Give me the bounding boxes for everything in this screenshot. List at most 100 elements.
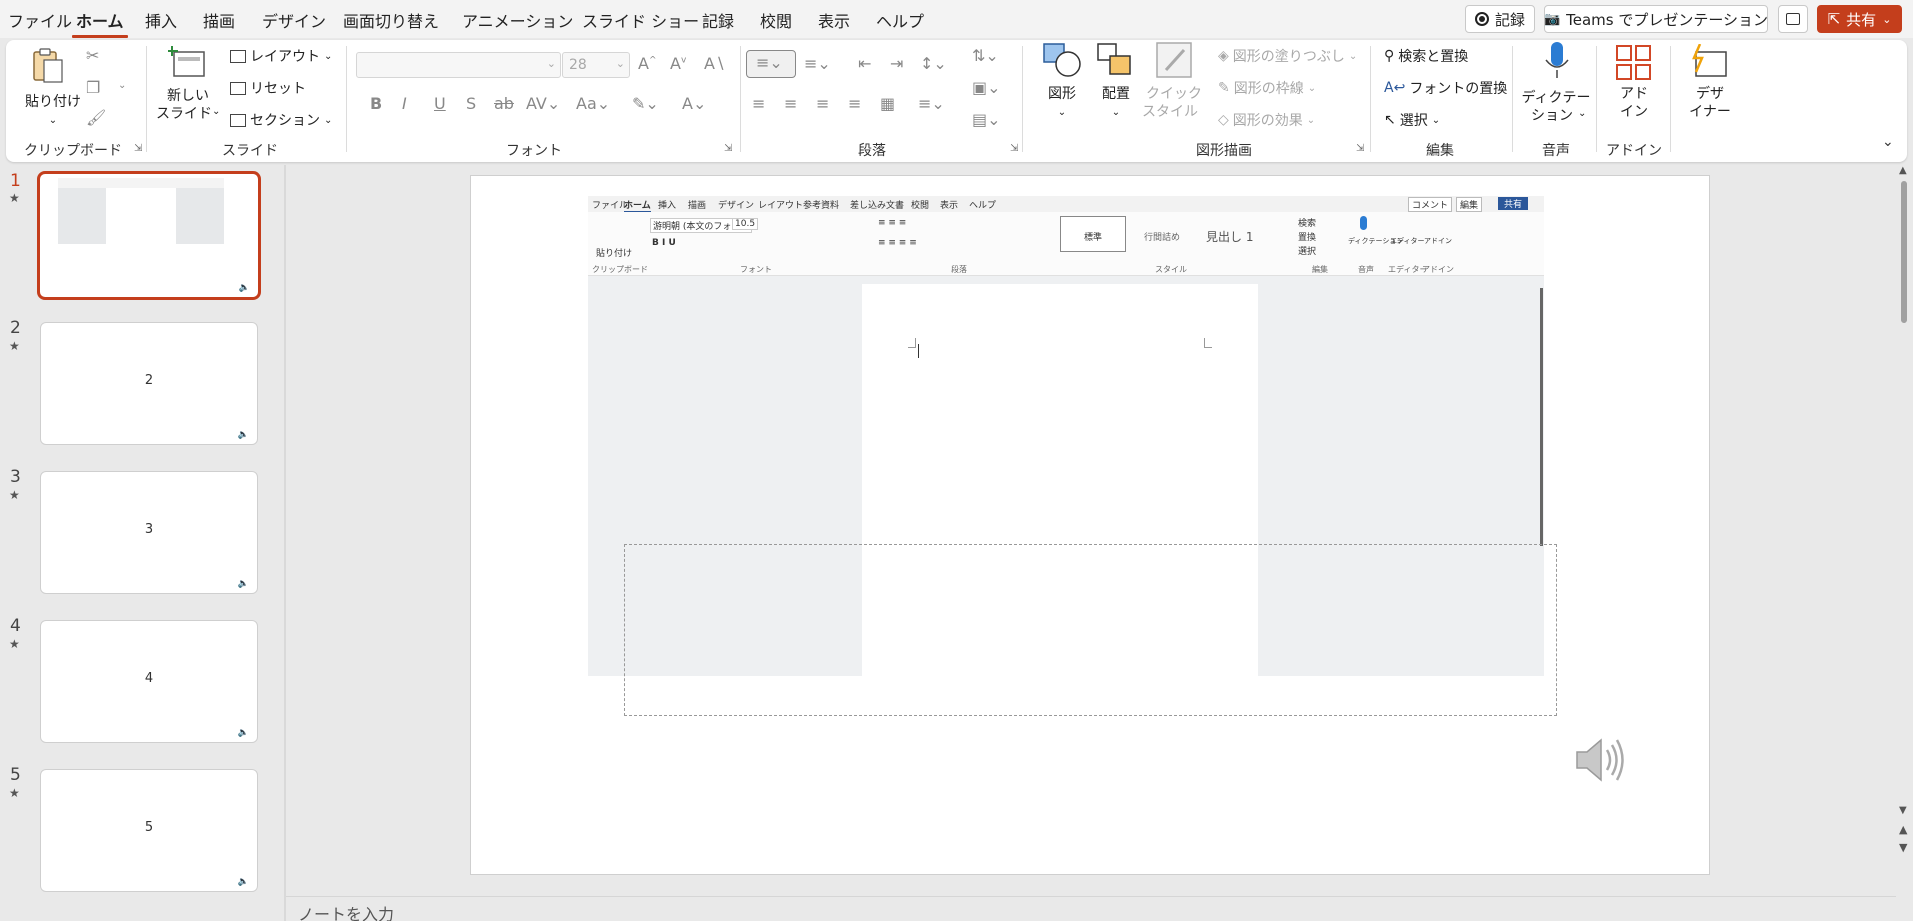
chevron-down-icon[interactable]: ⌄ xyxy=(118,80,126,91)
underline-icon[interactable]: U xyxy=(434,94,446,113)
layout-button[interactable]: レイアウト ⌄ xyxy=(230,46,332,66)
columns-icon[interactable]: ▦ xyxy=(880,94,895,113)
tab-insert[interactable]: 挿入 xyxy=(145,8,177,32)
decrease-indent-icon[interactable]: ⇤ xyxy=(858,54,871,73)
paste-label: 貼り付け xyxy=(25,94,81,110)
inner-page-corner-mark xyxy=(908,338,916,348)
record-button[interactable]: 記録 xyxy=(1465,5,1535,33)
font-replace-icon: A↩ xyxy=(1384,80,1406,96)
paragraph-launcher-icon[interactable]: ⇲ xyxy=(1010,143,1018,154)
italic-icon[interactable]: I xyxy=(402,94,407,113)
tab-review[interactable]: 校閲 xyxy=(760,8,792,32)
slide-thumbnail-1[interactable]: 🔈 xyxy=(37,171,261,300)
next-slide-icon[interactable]: ▼ xyxy=(1899,841,1907,854)
slide-thumbnail-3[interactable]: 3 🔈 xyxy=(40,471,258,594)
reset-button[interactable]: リセット xyxy=(230,78,306,98)
tab-transitions[interactable]: 画面切り替え xyxy=(343,8,439,32)
collapse-ribbon-icon[interactable]: ⌄ xyxy=(1882,134,1894,150)
new-slide-label-2: スライド xyxy=(156,106,212,122)
animation-star-icon: ★ xyxy=(9,637,20,651)
tab-record[interactable]: 記録 xyxy=(702,8,734,32)
change-case-icon[interactable]: Aa⌄ xyxy=(576,94,610,113)
cut-icon[interactable]: ✂ xyxy=(86,46,99,65)
select-button[interactable]: ↖ 選択 ⌄ xyxy=(1384,110,1440,130)
clear-formatting-icon[interactable]: A∖ xyxy=(704,54,725,73)
arrange-icon xyxy=(1097,43,1131,75)
tab-animations[interactable]: アニメーション xyxy=(462,8,573,32)
slide-thumbnail-2[interactable]: 2 🔈 xyxy=(40,322,258,445)
slide-number: 1 xyxy=(10,171,21,191)
scroll-up-icon[interactable]: ▲ xyxy=(1899,165,1907,176)
decrease-font-icon[interactable]: Av xyxy=(670,54,686,73)
align-text-icon[interactable]: ▣⌄ xyxy=(972,78,1001,97)
share-button[interactable]: ⇱ 共有 ⌄ xyxy=(1817,5,1902,33)
arrange-button[interactable]: 配置 ⌄ xyxy=(1090,40,1142,130)
pane-divider[interactable] xyxy=(284,165,286,921)
paint-bucket-icon: ◈ xyxy=(1218,48,1229,64)
strikethrough-icon[interactable]: ab xyxy=(494,94,514,113)
new-slide-button[interactable]: 新しい スライド ⌄ xyxy=(156,46,220,132)
inner-tab-mailings: 差し込み文書 xyxy=(850,201,905,211)
previous-slide-icon[interactable]: ▲ xyxy=(1899,823,1907,836)
dictate-button[interactable]: ディクテー ション ⌄ xyxy=(1518,40,1594,130)
align-center-icon[interactable]: ≡ xyxy=(784,94,797,113)
text-placeholder[interactable] xyxy=(624,544,1557,716)
chevron-down-icon: ⌄ xyxy=(1057,107,1067,118)
font-replace-button[interactable]: A↩ フォントの置換 xyxy=(1384,78,1507,98)
tab-home[interactable]: ホーム xyxy=(72,8,128,38)
justify-icon[interactable]: ≡ xyxy=(848,94,861,113)
text-direction-icon[interactable]: ⇅⌄ xyxy=(972,46,999,65)
increase-font-icon[interactable]: A^ xyxy=(638,54,657,73)
inner-edit-button: 編集 xyxy=(1456,197,1483,212)
vertical-scrollbar[interactable]: ▲ ▼ ▲ ▼ xyxy=(1896,165,1913,860)
slide-thumbnail-4[interactable]: 4 🔈 xyxy=(40,620,258,743)
drawing-launcher-icon[interactable]: ⇲ xyxy=(1356,143,1364,154)
tab-slideshow[interactable]: スライド ショー xyxy=(582,8,699,32)
cursor-icon: ↖ xyxy=(1384,112,1396,128)
smartart-icon[interactable]: ▤⌄ xyxy=(972,110,1001,129)
designer-button[interactable]: デザ イナー xyxy=(1676,40,1744,130)
shapes-button[interactable]: 図形 ⌄ xyxy=(1036,40,1088,130)
numbering-icon[interactable]: ≡⌄ xyxy=(804,54,831,73)
character-spacing-icon[interactable]: AV⌄ xyxy=(526,94,560,113)
section-button[interactable]: セクション ⌄ xyxy=(230,110,332,130)
tab-help[interactable]: ヘルプ xyxy=(876,8,924,32)
line-spacing-icon[interactable]: ↕⌄ xyxy=(920,54,947,73)
copy-icon[interactable]: ❐ xyxy=(86,78,100,97)
addins-label-2: イン xyxy=(1620,104,1648,120)
shadow-icon[interactable]: S xyxy=(466,94,476,113)
align-left-icon[interactable]: ≡ xyxy=(752,94,765,113)
tab-file[interactable]: ファイル xyxy=(8,8,72,32)
find-replace-button[interactable]: ⚲ 検索と置換 xyxy=(1384,46,1468,66)
font-size-combo[interactable]: 28 ⌄ xyxy=(562,52,630,78)
paste-button[interactable]: 貼り付け ⌄ xyxy=(18,46,81,126)
font-name-combo[interactable]: ⌄ xyxy=(356,52,561,78)
format-painter-icon[interactable]: 🖌 xyxy=(86,108,106,127)
font-color-icon[interactable]: A⌄ xyxy=(682,94,706,113)
scroll-down-icon[interactable]: ▼ xyxy=(1899,805,1907,816)
comments-button[interactable] xyxy=(1778,5,1808,33)
highlight-icon[interactable]: ✎⌄ xyxy=(632,94,659,113)
teams-present-button[interactable]: 📷 Teams でプレゼンテーション xyxy=(1544,5,1768,33)
slide-canvas[interactable]: ファイル ホーム 挿入 描画 デザイン レイアウト 参考資料 差し込み文書 校閲… xyxy=(470,175,1710,875)
bullets-icon: ≡⌄ xyxy=(756,53,783,72)
align-right-icon[interactable]: ≡ xyxy=(816,94,829,113)
addins-button[interactable]: アド イン xyxy=(1602,40,1666,130)
speaker-icon[interactable] xyxy=(1571,734,1627,786)
inner-share-button: 共有 xyxy=(1498,197,1529,210)
slide-thumbnail-5[interactable]: 5 🔈 xyxy=(40,769,258,892)
layout-label: レイアウト xyxy=(250,49,320,65)
shape-fill-label: 図形の塗りつぶし xyxy=(1232,49,1345,65)
section-icon xyxy=(230,113,246,127)
tab-draw[interactable]: 描画 xyxy=(203,8,235,32)
bold-icon[interactable]: B xyxy=(370,94,382,113)
tab-view[interactable]: 表示 xyxy=(818,8,850,32)
scrollbar-thumb[interactable] xyxy=(1901,181,1907,323)
column-layout-icon[interactable]: ≡⌄ xyxy=(918,94,945,113)
clipboard-launcher-icon[interactable]: ⇲ xyxy=(134,143,142,154)
group-label-voice: 音声 xyxy=(1542,143,1570,159)
notes-pane[interactable]: ノートを入力 xyxy=(286,896,1896,921)
tab-design[interactable]: デザイン xyxy=(262,8,326,32)
increase-indent-icon[interactable]: ⇥ xyxy=(890,54,903,73)
font-launcher-icon[interactable]: ⇲ xyxy=(724,143,732,154)
